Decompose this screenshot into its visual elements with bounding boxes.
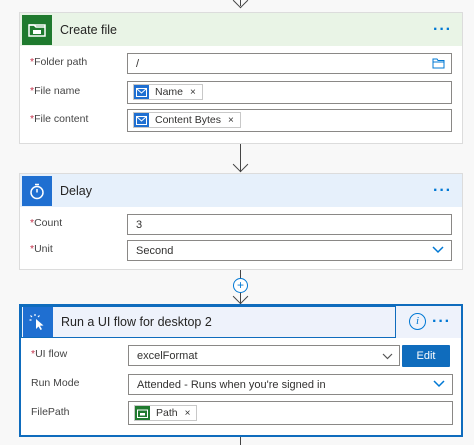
cursor-click-icon <box>23 307 53 337</box>
chevron-down-icon[interactable] <box>433 379 445 391</box>
unit-select[interactable]: Second <box>127 240 452 261</box>
timer-icon <box>22 176 52 206</box>
desktop-flow-header[interactable]: Run a UI flow for desktop 2 i ··· <box>21 306 461 338</box>
delay-title: Delay <box>60 183 92 198</box>
folder-path-label: *Folder path <box>30 56 88 68</box>
delay-more-button[interactable]: ··· <box>433 182 452 200</box>
edit-button[interactable]: Edit <box>402 345 450 367</box>
path-token[interactable]: Path × <box>134 405 198 421</box>
ui-flow-select[interactable]: excelFormat <box>128 345 400 366</box>
connector-line <box>240 437 241 445</box>
info-icon[interactable]: i <box>409 313 426 330</box>
sharepoint-icon <box>135 406 150 420</box>
file-name-input[interactable]: Name × <box>127 81 452 104</box>
file-content-input[interactable]: Content Bytes × <box>127 109 452 132</box>
outlook-icon <box>134 113 149 127</box>
desktop-flow-title: Run a UI flow for desktop 2 <box>61 315 212 329</box>
folder-path-input[interactable]: / <box>127 53 452 74</box>
name-token[interactable]: Name × <box>133 84 203 100</box>
delay-card: Delay ··· *Count 3 *Unit Second <box>19 173 463 270</box>
delay-header[interactable]: Delay ··· <box>20 174 462 207</box>
create-file-card: Create file ··· *Folder path / *File nam… <box>19 12 463 144</box>
create-file-title: Create file <box>60 22 117 37</box>
run-mode-select[interactable]: Attended - Runs when you're signed in <box>128 374 453 395</box>
run-mode-label: Run Mode <box>31 377 80 389</box>
unit-label: *Unit <box>30 243 53 255</box>
chevron-down-icon[interactable] <box>432 245 444 257</box>
outlook-icon <box>134 85 149 99</box>
count-label: *Count <box>30 217 63 229</box>
remove-token-icon[interactable]: × <box>190 87 196 98</box>
file-content-label: *File content <box>30 113 89 125</box>
create-file-header[interactable]: Create file ··· <box>20 13 462 46</box>
content-bytes-token[interactable]: Content Bytes × <box>133 112 241 128</box>
folder-picker-icon[interactable] <box>432 57 445 72</box>
count-input[interactable]: 3 <box>127 214 452 235</box>
connector-arrow <box>232 0 249 9</box>
file-name-label: *File name <box>30 85 81 97</box>
chevron-down-icon[interactable] <box>382 351 393 363</box>
remove-token-icon[interactable]: × <box>228 115 234 126</box>
ui-flow-label: *UI flow <box>31 348 68 360</box>
desktop-flow-card: Run a UI flow for desktop 2 i ··· *UI fl… <box>19 304 463 437</box>
connector-arrow <box>232 156 249 173</box>
sharepoint-icon <box>22 15 52 45</box>
filepath-input[interactable]: Path × <box>128 401 453 425</box>
remove-token-icon[interactable]: × <box>185 408 191 419</box>
create-file-more-button[interactable]: ··· <box>433 21 452 39</box>
filepath-label: FilePath <box>31 406 70 418</box>
desktop-flow-more-button[interactable]: ··· <box>432 313 451 331</box>
